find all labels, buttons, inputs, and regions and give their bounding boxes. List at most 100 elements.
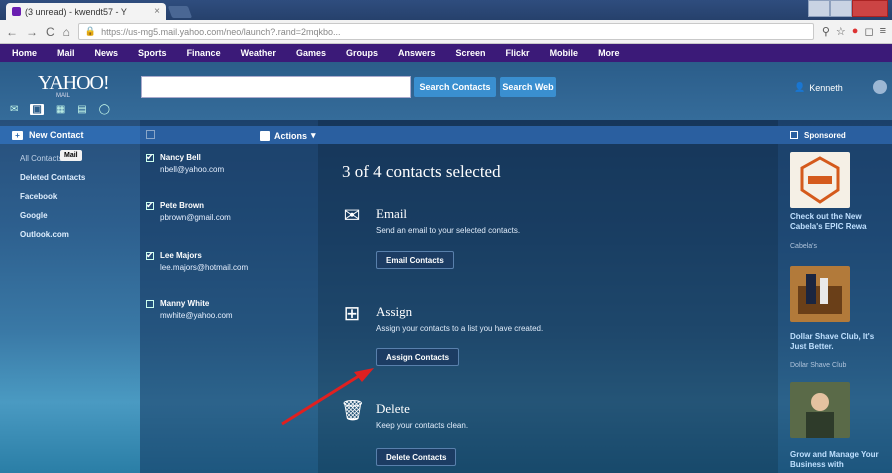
sidebar-item-google[interactable]: Google — [20, 211, 85, 220]
contact-checkbox[interactable] — [146, 249, 154, 261]
sidebar-nav: All Contacts Mail Deleted Contacts Faceb… — [20, 150, 85, 239]
search-input[interactable] — [141, 76, 411, 98]
calendar-app-icon[interactable]: ▦ — [56, 104, 65, 115]
contact-checkbox[interactable] — [146, 151, 154, 163]
red-arrow-annotation — [281, 368, 374, 426]
ad-image-shave-club[interactable] — [790, 266, 850, 322]
sidebar-item-label: All Contacts — [20, 154, 63, 163]
delete-description: Keep your contacts clean. — [376, 421, 469, 430]
actions-icon — [260, 130, 270, 141]
messenger-app-icon[interactable]: ◯ — [99, 104, 110, 115]
maximize-button[interactable] — [830, 0, 852, 17]
back-icon[interactable]: ← — [6, 25, 18, 39]
search-contacts-button[interactable]: Search Contacts — [414, 77, 496, 97]
close-tab-icon[interactable]: × — [154, 6, 160, 17]
assign-title: Assign — [376, 304, 413, 319]
nav-answers[interactable]: Answers — [398, 48, 436, 58]
notepad-app-icon[interactable]: ▤ — [77, 104, 86, 115]
browser-tab[interactable]: (3 unread) - kwendt57 - Y × — [6, 3, 166, 20]
mail-app-icon[interactable]: ✉ — [10, 104, 18, 115]
search-web-button[interactable]: Search Web — [500, 77, 556, 97]
sidebar-item-all-contacts[interactable]: All Contacts Mail — [20, 150, 85, 163]
envelope-icon: ✉ — [343, 205, 361, 227]
mail-header: YAHOO! MAIL Search Contacts Search Web 👤… — [0, 62, 892, 120]
minimize-button[interactable] — [808, 0, 830, 17]
sidebar-item-facebook[interactable]: Facebook — [20, 192, 85, 201]
nav-groups[interactable]: Groups — [346, 48, 378, 58]
user-menu[interactable]: 👤 Kenneth — [794, 82, 843, 93]
contacts-sidebar: + New Contact All Contacts Mail Deleted … — [0, 120, 140, 473]
nav-mobile[interactable]: Mobile — [550, 48, 579, 58]
ad-title[interactable]: Grow and Manage Your Business with — [790, 450, 892, 470]
nav-screen[interactable]: Screen — [456, 48, 486, 58]
browser-toolbar: ← → C ⌂ 🔒 https://us-mg5.mail.yahoo.com/… — [0, 20, 892, 44]
user-icon: 👤 — [794, 82, 806, 92]
list-item[interactable]: Pete Brown pbrown@gmail.com — [146, 199, 231, 224]
nav-sports[interactable]: Sports — [138, 48, 167, 58]
actions-label: Actions — [274, 130, 308, 141]
browser-tabstrip: (3 unread) - kwendt57 - Y × — [0, 0, 892, 20]
contact-checkbox[interactable] — [146, 300, 154, 308]
ad-source: Dollar Shave Club — [790, 362, 847, 369]
panel-header — [318, 126, 778, 144]
actions-dropdown[interactable]: Actions ▾ — [260, 130, 316, 141]
select-all-checkbox[interactable] — [146, 130, 155, 139]
ad-title[interactable]: Check out the New Cabela's EPIC Rewa — [790, 212, 892, 232]
assign-list-icon: ⊞ — [343, 303, 361, 325]
list-item[interactable]: Manny White mwhite@yahoo.com — [146, 298, 233, 322]
window-controls — [808, 0, 888, 17]
email-contacts-button[interactable]: Email Contacts — [376, 251, 454, 269]
list-header: Actions ▾ — [140, 126, 318, 144]
ad-image-cabelas[interactable] — [790, 152, 850, 208]
ad-image-business[interactable] — [790, 382, 850, 438]
close-window-button[interactable] — [852, 0, 888, 17]
user-name: Kenneth — [809, 82, 843, 93]
new-tab-button[interactable] — [167, 6, 193, 18]
home-icon[interactable]: ⌂ — [63, 25, 70, 39]
selection-panel: 3 of 4 contacts selected ✉ Email Send an… — [318, 120, 778, 473]
delete-contacts-button[interactable]: Delete Contacts — [376, 448, 457, 466]
nav-finance[interactable]: Finance — [187, 48, 221, 58]
yahoo-logo[interactable]: YAHOO! — [38, 72, 110, 95]
nav-more[interactable]: More — [598, 48, 620, 58]
nav-flickr[interactable]: Flickr — [506, 48, 530, 58]
nav-mail[interactable]: Mail — [57, 48, 75, 58]
star-icon[interactable]: ☆ — [836, 25, 846, 38]
sidebar-item-deleted-contacts[interactable]: Deleted Contacts — [20, 173, 85, 182]
reload-icon[interactable]: C — [46, 25, 55, 39]
address-bar[interactable]: 🔒 https://us-mg5.mail.yahoo.com/neo/laun… — [77, 23, 814, 40]
extension-icon[interactable]: ◻ — [864, 25, 873, 38]
url-text: https://us-mg5.mail.yahoo.com/neo/launch… — [101, 26, 341, 37]
list-item[interactable]: Nancy Bell nbell@yahoo.com — [146, 151, 224, 176]
contact-name: Nancy Bell — [160, 153, 201, 162]
sidebar-item-outlook[interactable]: Outlook.com — [20, 230, 85, 239]
menu-icon[interactable]: ≡ — [880, 25, 886, 38]
contacts-app-icon[interactable]: ▣ — [30, 104, 44, 115]
ad-title[interactable]: Dollar Shave Club, It's Just Better. — [790, 332, 892, 352]
nav-weather[interactable]: Weather — [241, 48, 276, 58]
contact-checkbox[interactable] — [146, 199, 154, 211]
selection-title: 3 of 4 contacts selected — [342, 162, 501, 181]
assign-description: Assign your contacts to a list you have … — [376, 324, 544, 333]
pocket-icon[interactable]: ● — [852, 25, 859, 38]
location-icon[interactable]: ⚲ — [822, 25, 830, 38]
ad-source: Cabela's — [790, 243, 818, 250]
nav-news[interactable]: News — [95, 48, 119, 58]
sponsored-column: Sponsored Check out the New Cabela's EPI… — [778, 120, 892, 473]
tooltip: Mail — [60, 150, 82, 161]
ad-icon — [790, 131, 798, 139]
email-title: Email — [376, 206, 408, 221]
forward-icon[interactable]: → — [26, 25, 38, 39]
nav-home[interactable]: Home — [12, 48, 37, 58]
add-contact-icon: + — [12, 130, 23, 140]
nav-games[interactable]: Games — [296, 48, 326, 58]
contact-name: Pete Brown — [160, 201, 205, 210]
app-switcher: ✉ ▣ ▦ ▤ ◯ — [10, 104, 110, 115]
contact-email: pbrown@gmail.com — [160, 213, 231, 222]
list-item[interactable]: Lee Majors lee.majors@hotmail.com — [146, 249, 248, 274]
assign-contacts-button[interactable]: Assign Contacts — [376, 348, 460, 366]
badge-icon — [800, 156, 840, 204]
gear-icon[interactable] — [873, 80, 887, 94]
new-contact-button[interactable]: + New Contact — [0, 126, 140, 144]
sponsored-label: Sponsored — [804, 130, 846, 140]
